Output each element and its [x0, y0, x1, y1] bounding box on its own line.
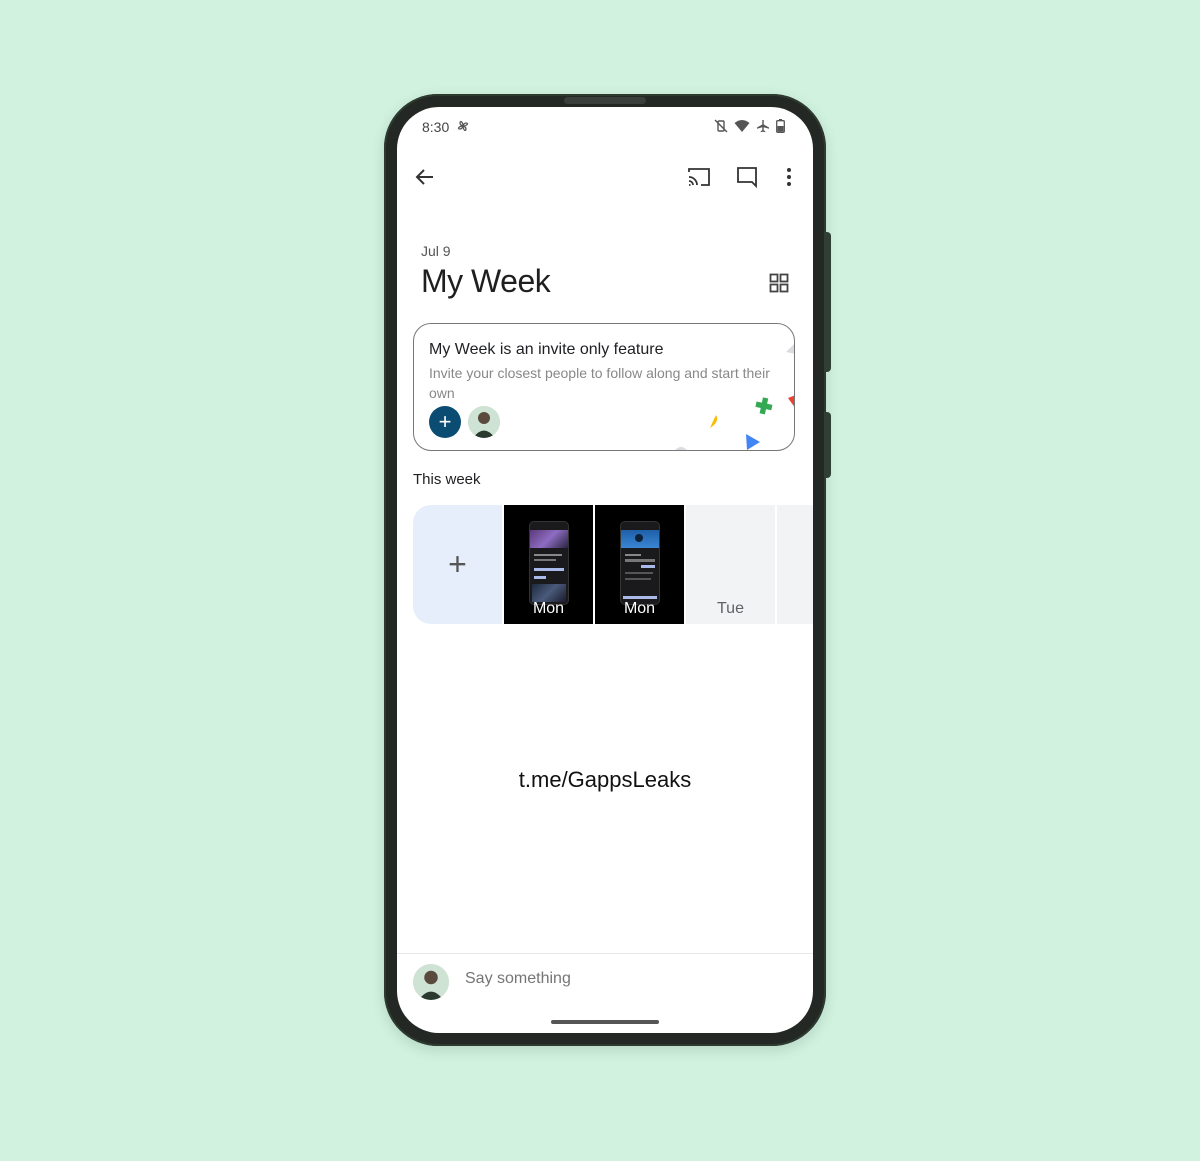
invite-add-button[interactable]: +	[429, 406, 461, 438]
back-button[interactable]	[411, 163, 439, 191]
day-tile[interactable]: Mon	[504, 505, 593, 624]
this-week-strip: + Mon Mon Tue	[413, 505, 813, 624]
day-tile[interactable]: Mon	[595, 505, 684, 624]
more-options-button[interactable]	[775, 163, 803, 191]
side-button-volume	[824, 412, 831, 478]
app-bar	[397, 159, 813, 195]
screenshot-thumbnail	[620, 521, 660, 605]
confetti-gray-icon	[786, 344, 794, 354]
wifi-icon	[734, 120, 750, 132]
invite-card: My Week is an invite only feature Invite…	[413, 323, 795, 451]
speaker-grille	[564, 97, 646, 104]
confetti-red-icon	[788, 395, 794, 407]
day-label: Mon	[623, 600, 656, 617]
add-moment-tile[interactable]: +	[413, 505, 502, 624]
watermark-text: t.me/GappsLeaks	[518, 767, 692, 792]
comment-button[interactable]	[733, 163, 761, 191]
battery-icon	[776, 119, 785, 133]
status-time: 8:30	[422, 119, 450, 135]
confetti-yellow-icon	[710, 415, 718, 428]
more-vert-icon	[787, 168, 791, 186]
day-label: Tue	[717, 600, 744, 617]
gesture-nav-handle[interactable]	[551, 1020, 659, 1024]
vibrate-off-icon	[714, 119, 728, 133]
screen: 8:30 Jul 9 My Week My Week is an invite …	[397, 107, 813, 1033]
this-week-label: This week	[413, 471, 481, 488]
day-label: W	[777, 600, 813, 618]
user-avatar[interactable]	[413, 964, 449, 1000]
say-something-input[interactable]	[463, 969, 787, 989]
day-tile[interactable]: W	[777, 505, 813, 624]
comment-icon	[737, 167, 757, 188]
composer-divider	[397, 953, 813, 954]
grid-view-button[interactable]	[769, 273, 793, 297]
day-label: Mon	[532, 600, 565, 617]
invite-card-subtitle: Invite your closest people to follow alo…	[429, 365, 770, 401]
cast-icon	[688, 168, 710, 186]
page-title: My Week	[421, 263, 551, 299]
confetti-blue-icon	[746, 434, 760, 450]
confetti-green-plus-icon	[755, 397, 773, 415]
airplane-icon	[757, 120, 769, 133]
person-photo-icon	[468, 406, 500, 438]
grid-view-icon	[769, 273, 789, 293]
phone-frame: 8:30 Jul 9 My Week My Week is an invite …	[384, 94, 826, 1046]
status-icons	[714, 119, 785, 133]
day-tile[interactable]: Tue	[686, 505, 775, 624]
screenshot-thumbnail	[529, 521, 569, 605]
status-bar: 8:30	[397, 107, 813, 147]
pinwheel-icon	[457, 120, 469, 132]
person-photo-icon	[413, 964, 449, 1000]
invitee-avatar[interactable]	[468, 406, 500, 438]
confetti-gray-dot-icon	[675, 447, 687, 450]
back-arrow-icon	[415, 169, 433, 185]
invite-card-title: My Week is an invite only feature	[429, 341, 664, 358]
header-date: Jul 9	[421, 243, 451, 259]
side-button-power	[824, 232, 831, 372]
cast-button[interactable]	[685, 163, 713, 191]
